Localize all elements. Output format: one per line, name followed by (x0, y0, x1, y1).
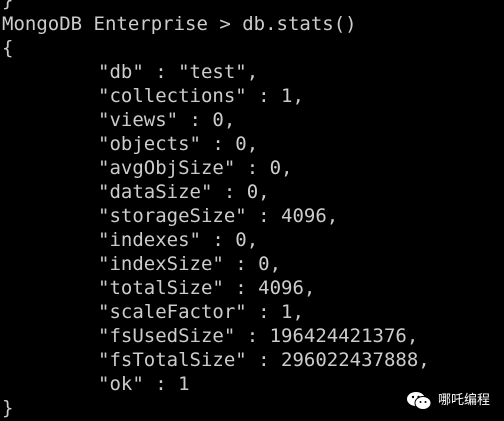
field-objects: "objects" : 0, (98, 133, 259, 155)
field-indexes: "indexes" : 0, (98, 229, 259, 251)
previous-output-fragment: } (2, 0, 14, 11)
command-prompt-line: MongoDB Enterprise > db.stats() (2, 13, 357, 35)
terminal-output: } MongoDB Enterprise > db.stats() { "db"… (2, 0, 430, 420)
wechat-icon (406, 392, 432, 410)
field-avgobjsize: "avgObjSize" : 0, (98, 157, 293, 179)
field-indexsize: "indexSize" : 0, (98, 253, 282, 275)
field-storagesize: "storageSize" : 4096, (98, 205, 339, 227)
field-db: "db" : "test", (98, 61, 259, 83)
field-totalsize: "totalSize" : 4096, (98, 277, 316, 299)
field-datasize: "dataSize" : 0, (98, 181, 270, 203)
watermark-label: 哪吒编程 (437, 393, 490, 408)
field-views: "views" : 0, (98, 109, 236, 131)
open-brace: { (2, 37, 14, 59)
watermark: 哪吒编程 (406, 391, 490, 411)
terminal-window[interactable]: } MongoDB Enterprise > db.stats() { "db"… (0, 0, 504, 421)
field-fsusedsize: "fsUsedSize" : 196424421376, (98, 325, 419, 347)
field-ok: "ok" : 1 (98, 373, 190, 395)
field-fstotalsize: "fsTotalSize" : 296022437888, (98, 349, 430, 371)
close-brace: } (2, 397, 14, 419)
field-collections: "collections" : 1, (98, 85, 304, 107)
field-scalefactor: "scaleFactor" : 1, (98, 301, 304, 323)
